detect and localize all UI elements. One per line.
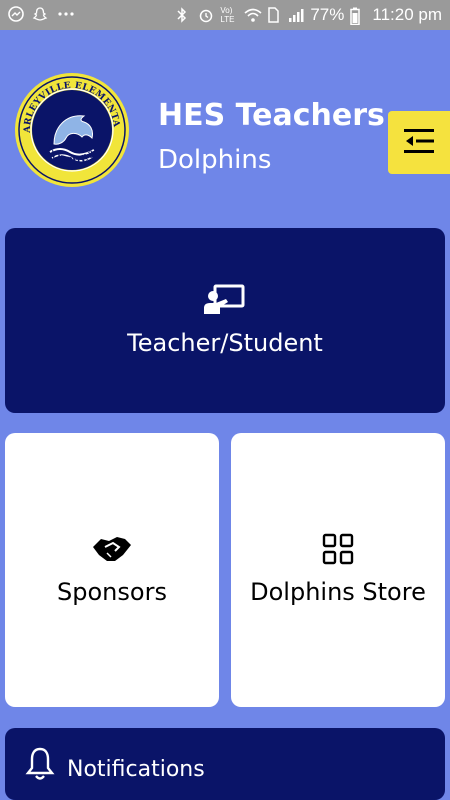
app-header: HARLEYVILLE ELEMENTARY DOLPHINS HES Teac… <box>0 30 450 220</box>
page-subtitle: Dolphins <box>158 145 272 175</box>
status-bar: Vo) LTE 77% 11:20 pm <box>0 0 450 30</box>
sponsors-card[interactable]: Sponsors <box>5 433 219 707</box>
notifications-label: Notifications <box>67 757 205 782</box>
dolphins-store-card[interactable]: Dolphins Store <box>231 433 445 707</box>
school-logo: HARLEYVILLE ELEMENTARY DOLPHINS <box>10 65 130 188</box>
sim-icon <box>266 7 282 23</box>
messenger-icon <box>8 6 24 22</box>
snapchat-icon <box>32 6 48 22</box>
menu-collapse-icon <box>402 127 436 159</box>
bell-icon <box>25 746 55 786</box>
notifications-card[interactable]: Notifications <box>5 728 445 800</box>
teacher-student-card[interactable]: Teacher/Student <box>5 228 445 413</box>
wifi-icon <box>244 7 262 23</box>
volte-indicator: Vo) LTE <box>220 6 235 24</box>
page-title: HES Teachers <box>158 98 385 133</box>
bluetooth-icon <box>176 7 192 23</box>
grid-icon <box>322 533 354 569</box>
clock: 11:20 pm <box>372 5 442 24</box>
battery-percent: 77% <box>310 5 345 24</box>
teacher-board-icon <box>204 284 246 320</box>
more-icon <box>56 6 74 22</box>
handshake-icon <box>91 533 133 569</box>
alarm-icon <box>198 7 214 23</box>
sponsors-label: Sponsors <box>57 578 167 606</box>
signal-icon <box>288 7 304 23</box>
teacher-student-label: Teacher/Student <box>127 328 323 357</box>
battery-icon <box>350 7 366 26</box>
menu-button[interactable] <box>388 111 450 174</box>
dolphins-store-label: Dolphins Store <box>250 578 426 606</box>
